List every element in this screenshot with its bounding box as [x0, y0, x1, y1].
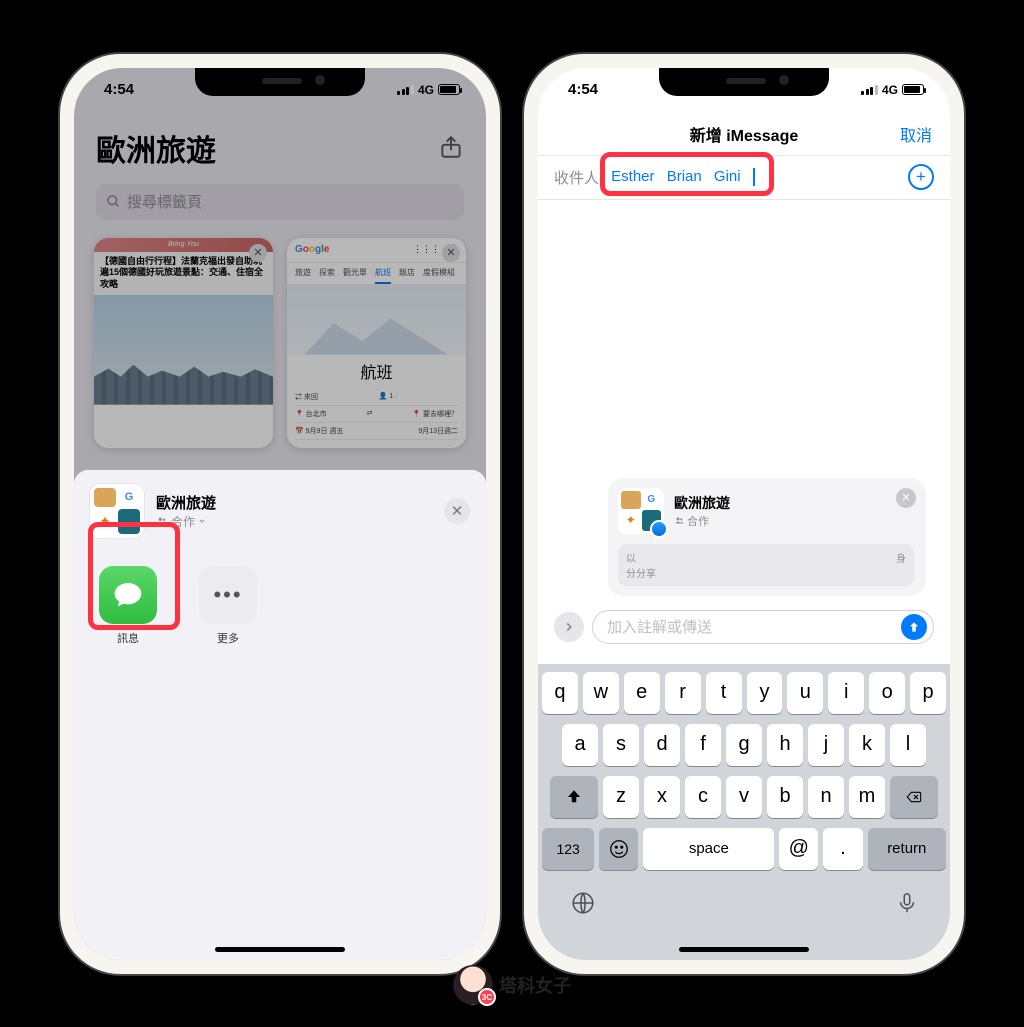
share-app-more[interactable]: ••• 更多 — [190, 566, 266, 646]
share-app-label: 訊息 — [117, 633, 139, 645]
key-d[interactable]: d — [644, 724, 680, 766]
people-icon — [674, 516, 685, 525]
key-123[interactable]: 123 — [542, 828, 594, 870]
nav-bar: 新增 iMessage 取消 — [538, 114, 950, 156]
key-o[interactable]: o — [869, 672, 905, 714]
watermark-text: 塔科女子 — [499, 972, 571, 998]
key-m[interactable]: m — [849, 776, 885, 818]
screen-left: 4:54 4G 歐洲旅遊 搜尋標籤頁 ✕ Bring·You — [74, 68, 486, 960]
share-subtitle: 合作 — [156, 513, 444, 530]
key-f[interactable]: f — [685, 724, 721, 766]
watermark: 3C 塔科女子 — [453, 965, 571, 1005]
watermark-avatar: 3C — [453, 965, 493, 1005]
key-a[interactable]: a — [562, 724, 598, 766]
status-time: 4:54 — [568, 81, 598, 98]
share-title: 歐洲旅遊 — [156, 492, 444, 513]
key-t[interactable]: t — [706, 672, 742, 714]
globe-icon — [570, 890, 596, 916]
home-indicator[interactable] — [679, 947, 809, 952]
message-input[interactable]: 加入註解或傳送 — [592, 610, 934, 644]
notch — [659, 68, 829, 96]
globe-button[interactable] — [570, 890, 596, 921]
status-time: 4:54 — [104, 81, 134, 98]
key-g[interactable]: g — [726, 724, 762, 766]
preview-title: 歐洲旅遊 — [674, 493, 730, 513]
to-label: 收件人: — [554, 167, 603, 188]
cancel-button[interactable]: 取消 — [900, 122, 932, 146]
signal-icon — [397, 85, 414, 95]
key-x[interactable]: x — [644, 776, 680, 818]
key-j[interactable]: j — [808, 724, 844, 766]
key-e[interactable]: e — [624, 672, 660, 714]
message-placeholder: 加入註解或傳送 — [607, 616, 712, 637]
key-z[interactable]: z — [603, 776, 639, 818]
share-app-messages[interactable]: 訊息 — [90, 566, 166, 646]
key-y[interactable]: y — [747, 672, 783, 714]
phone-left: 4:54 4G 歐洲旅遊 搜尋標籤頁 ✕ Bring·You — [60, 54, 500, 974]
mic-icon — [896, 890, 918, 916]
key-c[interactable]: c — [685, 776, 721, 818]
key-v[interactable]: v — [726, 776, 762, 818]
signal-icon — [861, 85, 878, 95]
delete-icon — [904, 789, 924, 805]
home-indicator[interactable] — [215, 947, 345, 952]
share-app-label: 更多 — [217, 633, 239, 645]
key-shift[interactable] — [550, 776, 598, 818]
compose-area: ✕ G ✦ 歐洲旅遊 合作 — [538, 200, 950, 650]
key-b[interactable]: b — [767, 776, 803, 818]
preview-subtitle: 合作 — [674, 513, 730, 529]
close-button[interactable]: ✕ — [444, 498, 470, 524]
text-cursor — [753, 168, 755, 186]
battery-icon — [902, 84, 924, 95]
key-r[interactable]: r — [665, 672, 701, 714]
key-u[interactable]: u — [787, 672, 823, 714]
key-l[interactable]: l — [890, 724, 926, 766]
phone-right: 4:54 4G 新增 iMessage 取消 收件人: Esther Brian… — [524, 54, 964, 974]
chevron-right-icon — [562, 620, 576, 634]
link-preview-card[interactable]: ✕ G ✦ 歐洲旅遊 合作 — [608, 478, 926, 596]
battery-icon — [438, 84, 460, 95]
network-label: 4G — [882, 83, 898, 97]
key-k[interactable]: k — [849, 724, 885, 766]
send-button[interactable] — [901, 614, 927, 640]
preview-collab-row[interactable]: 以 分分享 身 — [618, 544, 914, 586]
preview-thumb: G ✦ — [618, 488, 664, 534]
people-icon — [156, 516, 168, 526]
key-w[interactable]: w — [583, 672, 619, 714]
key-p[interactable]: p — [910, 672, 946, 714]
key-i[interactable]: i — [828, 672, 864, 714]
nav-title: 新增 iMessage — [690, 122, 799, 146]
expand-apps-button[interactable] — [554, 612, 584, 642]
screen-right: 4:54 4G 新增 iMessage 取消 收件人: Esther Brian… — [538, 68, 950, 960]
share-sheet: G ✦ 歐洲旅遊 合作 ✕ — [74, 470, 486, 960]
arrow-up-icon — [907, 620, 921, 634]
add-contact-button[interactable]: + — [908, 164, 934, 190]
key-space[interactable]: space — [643, 828, 774, 870]
key-at[interactable]: @ — [779, 828, 818, 870]
key-return[interactable]: return — [868, 828, 946, 870]
recipients: Esther Brian Gini — [611, 168, 763, 186]
more-icon: ••• — [199, 566, 257, 624]
share-preview-thumb: G ✦ — [90, 484, 144, 538]
key-h[interactable]: h — [767, 724, 803, 766]
key-emoji[interactable] — [599, 828, 638, 870]
key-delete[interactable] — [890, 776, 938, 818]
key-q[interactable]: q — [542, 672, 578, 714]
key-n[interactable]: n — [808, 776, 844, 818]
safari-icon — [650, 520, 668, 538]
remove-attachment-button[interactable]: ✕ — [896, 488, 916, 508]
messages-icon — [99, 566, 157, 624]
keyboard: q w e r t y u i o p a s d f g h j k l — [538, 664, 950, 960]
shift-icon — [565, 788, 583, 806]
key-s[interactable]: s — [603, 724, 639, 766]
key-dot[interactable]: . — [823, 828, 862, 870]
dictation-button[interactable] — [896, 890, 918, 921]
emoji-icon — [608, 838, 630, 860]
notch — [195, 68, 365, 96]
watermark-badge: 3C — [478, 988, 496, 1006]
network-label: 4G — [418, 83, 434, 97]
chevron-down-icon — [198, 517, 206, 525]
recipients-row[interactable]: 收件人: Esther Brian Gini + — [538, 156, 950, 200]
